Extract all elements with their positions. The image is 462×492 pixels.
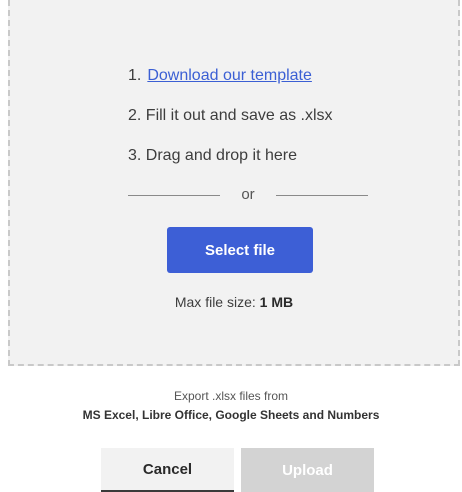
step-fill-out: 2. Fill it out and save as .xlsx: [128, 107, 333, 124]
divider-line-right: [276, 195, 368, 196]
max-size-value: 1 MB: [259, 294, 294, 310]
file-dropzone[interactable]: 1. Download our template 2. Fill it out a…: [8, 0, 460, 366]
max-file-size: Max file size: 1 MB: [10, 294, 458, 310]
upload-button[interactable]: Upload: [241, 448, 374, 492]
step-drag-drop: 3. Drag and drop it here: [128, 147, 297, 164]
export-apps: MS Excel, Libre Office, Google Sheets an…: [82, 408, 380, 422]
step-download: 1. Download our template: [128, 66, 312, 86]
download-template-link[interactable]: Download our template: [147, 67, 312, 84]
select-file-button[interactable]: Select file: [167, 227, 313, 273]
export-hint: Export .xlsx files from: [173, 389, 289, 403]
max-size-label: Max file size:: [174, 294, 256, 310]
step-number: 1.: [128, 67, 142, 84]
cancel-button[interactable]: Cancel: [101, 448, 234, 492]
or-divider: or: [128, 186, 368, 206]
